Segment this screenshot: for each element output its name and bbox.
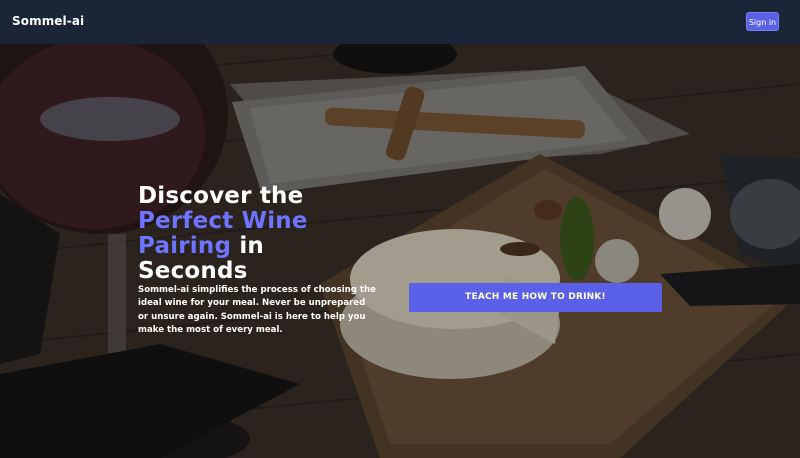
headline-accent-2: Pairing: [138, 233, 232, 259]
hero-description: Sommel-ai simplifies the process of choo…: [138, 285, 376, 336]
top-navbar: Sommel-ai Sign in: [0, 0, 800, 44]
headline-line-3-rest: in: [231, 233, 264, 259]
teach-me-button[interactable]: TEACH ME HOW TO DRINK!: [409, 283, 662, 312]
sign-in-button[interactable]: Sign in: [746, 12, 779, 31]
hero-background-image: [0, 44, 800, 458]
brand-logo[interactable]: Sommel-ai: [12, 14, 84, 28]
hero-headline: Discover the Perfect Wine Pairing in Sec…: [138, 184, 378, 284]
headline-accent-1: Perfect Wine: [138, 208, 308, 234]
headline-line-4: Seconds: [138, 258, 248, 284]
headline-line-1: Discover the: [138, 183, 304, 209]
hero-section: Discover the Perfect Wine Pairing in Sec…: [0, 44, 800, 458]
